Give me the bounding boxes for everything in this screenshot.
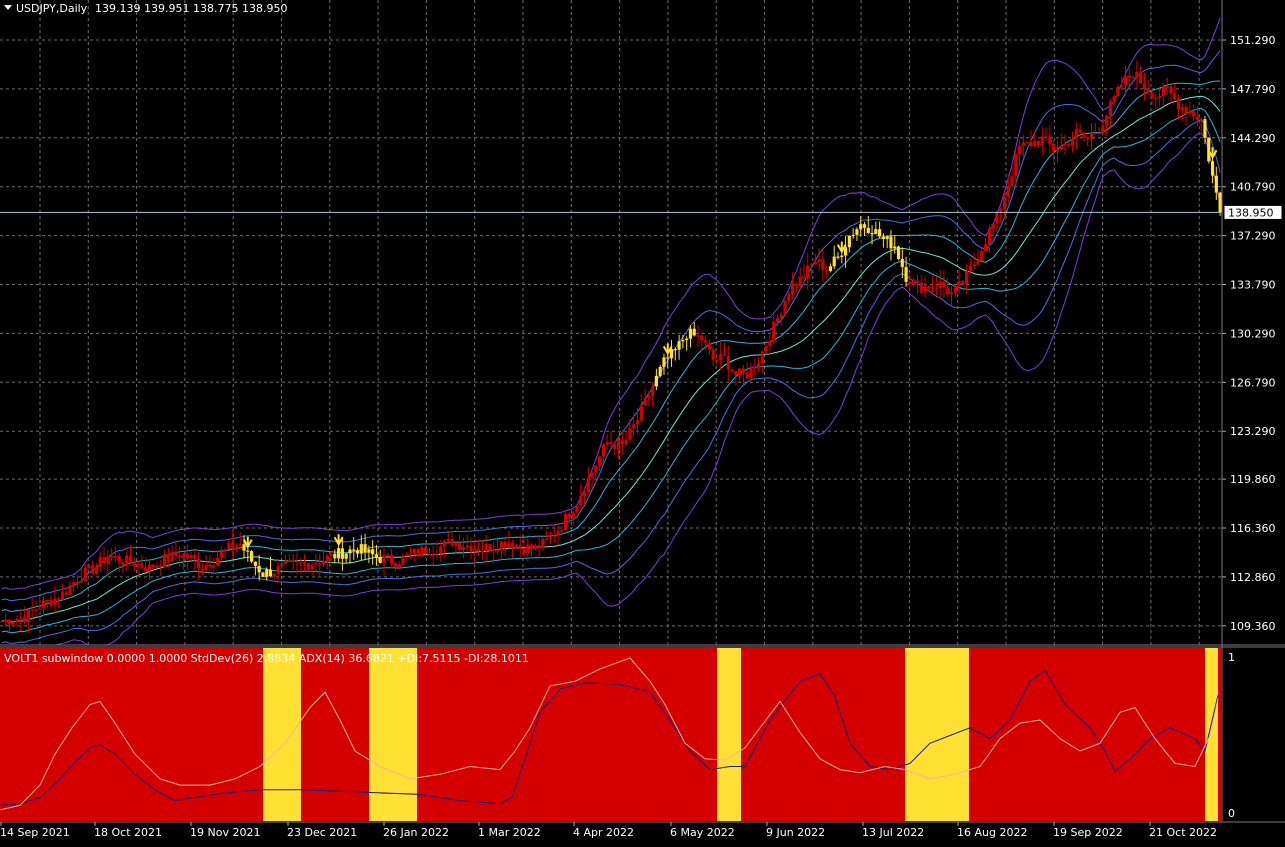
date-tick-label: 19 Sep 2022: [1053, 826, 1123, 839]
highlight-bar: [1205, 648, 1218, 821]
candle: [564, 512, 568, 532]
candle: [249, 549, 254, 564]
price-tick-label: 116.360: [1230, 522, 1276, 535]
highlight-bar: [717, 648, 741, 821]
highlight-bar: [369, 648, 417, 821]
price-tick-label: 130.290: [1230, 327, 1276, 340]
highlight-bar: [263, 648, 301, 821]
price-tick-label: 147.790: [1230, 83, 1276, 96]
candle: [488, 543, 492, 553]
ohlc-values: 139.139 139.951 138.775 138.950: [95, 2, 287, 15]
price-tick-label: 137.290: [1230, 230, 1276, 243]
price-tick-label: 119.860: [1230, 473, 1276, 486]
price-tick-label: 144.290: [1230, 132, 1276, 145]
price-tick-label: 151.290: [1230, 34, 1276, 47]
trading-chart[interactable]: USDJPY,Daily 139.139 139.951 138.775 138…: [0, 0, 1285, 847]
subwindow-scale-top: 1: [1228, 651, 1235, 664]
symbol-label: USDJPY,Daily: [16, 2, 88, 15]
highlight-bar: [905, 648, 969, 821]
date-tick-label: 26 Jan 2022: [383, 826, 449, 839]
date-tick-label: 21 Oct 2022: [1149, 826, 1217, 839]
subwindow-scale-bottom: 0: [1228, 807, 1235, 820]
svg-text:138.950: 138.950: [1228, 206, 1274, 219]
candle: [261, 572, 265, 578]
date-tick-label: 4 Apr 2022: [573, 826, 634, 839]
price-tick-label: 133.790: [1230, 279, 1276, 292]
price-tick-label: 126.790: [1230, 376, 1276, 389]
price-tick-label: 112.860: [1230, 571, 1276, 584]
date-tick-label: 23 Dec 2021: [287, 826, 357, 839]
chart-header: USDJPY,Daily 139.139 139.951 138.775 138…: [4, 2, 287, 15]
date-tick-label: 6 May 2022: [670, 826, 735, 839]
indicator-subwindow[interactable]: [0, 648, 1222, 821]
subwindow-background: [0, 648, 1222, 821]
date-tick-label: 19 Nov 2021: [190, 826, 260, 839]
date-tick-label: 13 Jul 2022: [862, 826, 924, 839]
date-tick-label: 1 Mar 2022: [478, 826, 541, 839]
price-tick-label: 140.790: [1230, 181, 1276, 194]
price-tick-label: 123.290: [1230, 425, 1276, 438]
date-tick-label: 18 Oct 2021: [94, 826, 162, 839]
date-tick-label: 14 Sep 2021: [0, 826, 70, 839]
candle: [783, 298, 787, 315]
current-price-tag: 138.950: [1223, 204, 1283, 220]
date-tick-label: 9 Jun 2022: [766, 826, 825, 839]
candle: [896, 245, 901, 261]
date-tick-label: 16 Aug 2022: [957, 826, 1027, 839]
subwindow-title: VOLT1 subwindow 0.0000 1.0000 StdDev(26)…: [4, 652, 529, 665]
price-tick-label: 109.360: [1230, 620, 1276, 633]
